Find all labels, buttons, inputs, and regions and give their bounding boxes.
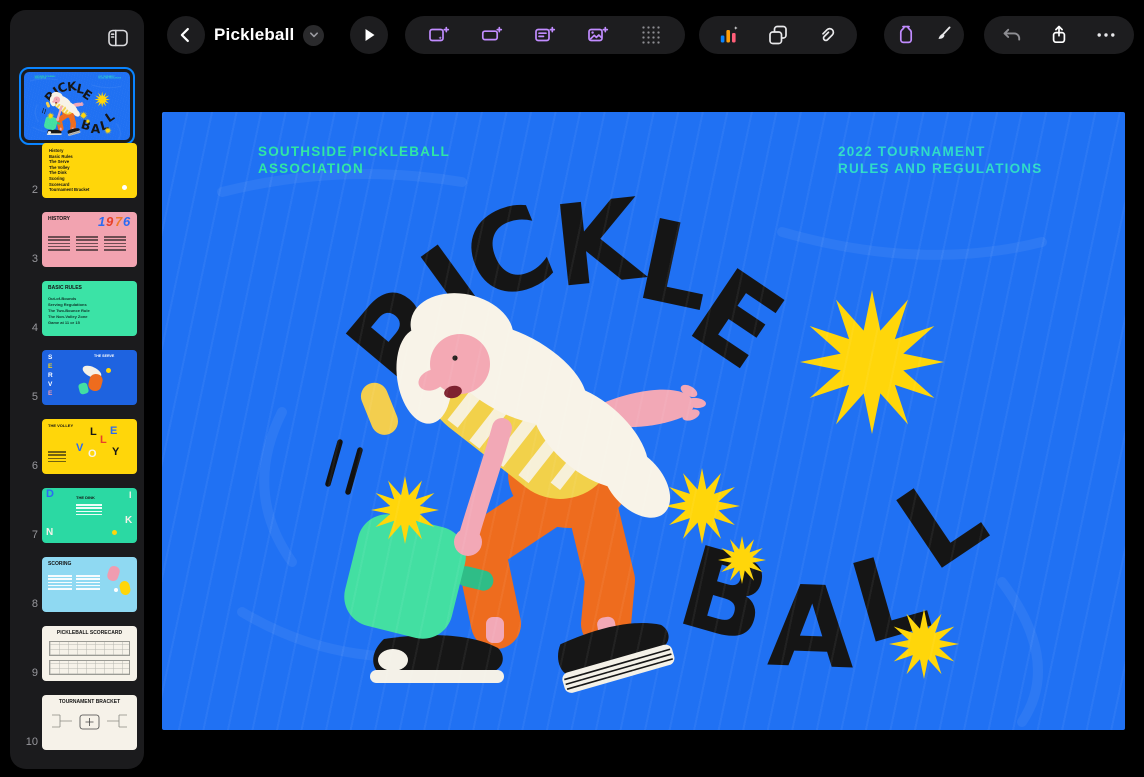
slide-number: 2 <box>14 184 38 196</box>
slide-navigator: 1 SOUTHSIDE PICKLEBALL ASSOCIATION 2022 … <box>10 10 144 769</box>
document-title-group: Pickleball <box>214 16 324 54</box>
document-title: Pickleball <box>214 25 294 45</box>
document-menu-button[interactable] <box>303 25 324 46</box>
add-media-button[interactable] <box>575 16 621 54</box>
undo-icon <box>1000 23 1024 47</box>
insert-chart-button[interactable] <box>706 16 752 54</box>
front-sneaker <box>47 130 62 135</box>
paperclip-icon <box>815 23 839 47</box>
add-slide-button[interactable] <box>416 16 462 54</box>
slide-thumbnail-9[interactable]: PICKLEBALL SCORECARD <box>42 626 137 681</box>
slide-thumbnail-5[interactable]: THE SERVE S E R V E <box>42 350 137 405</box>
slide-content: SOUTHSIDE PICKLEBALL ASSOCIATION 2022 TO… <box>24 72 130 140</box>
player-illustration <box>328 284 706 695</box>
scorecard-preview: PICKLEBALL SCORECARD <box>42 626 137 681</box>
slide-row-2: 2 HistoryBasic Rules The ServeThe Volley… <box>10 143 144 198</box>
flying-ball <box>45 101 50 108</box>
more-button[interactable] <box>1083 16 1129 54</box>
serve-preview: THE SERVE S E R V E <box>42 350 137 405</box>
slide-thumbnail-4[interactable]: BASIC RULES Out-of-BoundsServing Regulat… <box>42 281 137 336</box>
keynote-window: Pickleball <box>0 0 1144 777</box>
add-textbox-icon <box>533 23 557 47</box>
flying-ball <box>357 379 402 439</box>
slide-thumbnail-8[interactable]: SCORING <box>42 557 137 612</box>
slide-number: 10 <box>14 736 38 748</box>
object-toolbar-group <box>699 16 857 54</box>
volley-preview: THE VOLLEY V O L L E Y <box>42 419 137 474</box>
chart-icon <box>717 23 741 47</box>
undo-button[interactable] <box>989 16 1035 54</box>
insert-toolbar-group <box>405 16 685 54</box>
slide-number: 6 <box>14 460 38 472</box>
share-button[interactable] <box>1036 16 1082 54</box>
slide-row-8: 8 SCORING <box>10 557 144 612</box>
jar-icon <box>894 23 918 47</box>
share-icon <box>1047 23 1071 47</box>
add-slide-icon <box>427 23 451 47</box>
slide-row-1: 1 SOUTHSIDE PICKLEBALL ASSOCIATION 2022 … <box>10 68 144 142</box>
basic-rules-preview: BASIC RULES Out-of-BoundsServing Regulat… <box>42 281 137 336</box>
chevron-down-icon <box>308 29 320 41</box>
history-preview: HISTORY 1 9 7 6 <box>42 212 137 267</box>
bracket-diagram <box>42 707 137 747</box>
slide-1-preview: SOUTHSIDE PICKLEBALL ASSOCIATION 2022 TO… <box>24 72 130 140</box>
slide-thumbnail-10[interactable]: TOURNAMENT BRACKET <box>42 695 137 750</box>
slide-row-10: 10 TOURNAMENT BRACKET <box>10 695 144 750</box>
slide-artwork <box>162 112 1125 730</box>
slide-grid-button[interactable] <box>628 16 674 54</box>
shape-style-button[interactable] <box>888 16 924 54</box>
slide-row-4: 4 BASIC RULES Out-of-BoundsServing Regul… <box>10 281 144 336</box>
shapes-icon <box>766 23 790 47</box>
dink-preview: D I N K THE DINK <box>42 488 137 543</box>
style-toolbar-group <box>884 16 964 54</box>
slide-number: 7 <box>14 529 38 541</box>
slide-thumbnail-6[interactable]: THE VOLLEY V O L L E Y <box>42 419 137 474</box>
starburst-group <box>79 92 111 135</box>
slide-thumbnail-1[interactable]: SOUTHSIDE PICKLEBALL ASSOCIATION 2022 TO… <box>24 72 130 140</box>
starburst-group <box>664 290 959 679</box>
slide-row-6: 6 THE VOLLEY V O L L E Y <box>10 419 144 474</box>
slide-number: 9 <box>14 667 38 679</box>
add-banner-icon <box>480 23 504 47</box>
ellipsis-icon <box>1094 23 1118 47</box>
add-banner-button[interactable] <box>469 16 515 54</box>
add-textbox-button[interactable] <box>522 16 568 54</box>
front-sneaker <box>370 635 504 683</box>
actions-toolbar-group <box>984 16 1134 54</box>
brush-icon <box>930 23 954 47</box>
slide-thumbnail-7[interactable]: D I N K THE DINK <box>42 488 137 543</box>
slide-number: 5 <box>14 391 38 403</box>
slide-artwork <box>24 72 130 140</box>
format-brush-button[interactable] <box>924 16 960 54</box>
insert-shape-button[interactable] <box>755 16 801 54</box>
slide-row-9: 9 PICKLEBALL SCORECARD <box>10 626 144 681</box>
sidebar-toggle-button[interactable] <box>98 20 138 56</box>
slide-row-5: 5 THE SERVE S E R V E <box>10 350 144 405</box>
play-button[interactable] <box>350 16 388 54</box>
back-button[interactable] <box>167 16 205 54</box>
chevron-left-icon <box>175 24 197 46</box>
slide-number: 4 <box>14 322 38 334</box>
slide-row-7: 7 D I N K THE DINK <box>10 488 144 543</box>
bracket-preview: TOURNAMENT BRACKET <box>42 695 137 750</box>
slide-thumbnail-3[interactable]: HISTORY 1 9 7 6 <box>42 212 137 267</box>
player-illustration <box>42 91 84 136</box>
slide-canvas[interactable]: SOUTHSIDE PICKLEBALL ASSOCIATION 2022 TO… <box>162 112 1125 730</box>
add-media-icon <box>586 23 610 47</box>
sidebar-toggle-icon <box>105 26 131 50</box>
slide-number: 3 <box>14 253 38 265</box>
slide-content: SOUTHSIDE PICKLEBALL ASSOCIATION 2022 TO… <box>162 112 1125 730</box>
scoring-preview: SCORING <box>42 557 137 612</box>
slide-number: 8 <box>14 598 38 610</box>
slide-thumbnail-2[interactable]: HistoryBasic Rules The ServeThe Volley T… <box>42 143 137 198</box>
grid-dots-icon <box>639 23 663 47</box>
slide-row-3: 3 HISTORY 1 9 7 6 <box>10 212 144 267</box>
attach-file-button[interactable] <box>804 16 850 54</box>
play-icon <box>358 24 380 46</box>
agenda-preview: HistoryBasic Rules The ServeThe Volley T… <box>42 143 137 198</box>
